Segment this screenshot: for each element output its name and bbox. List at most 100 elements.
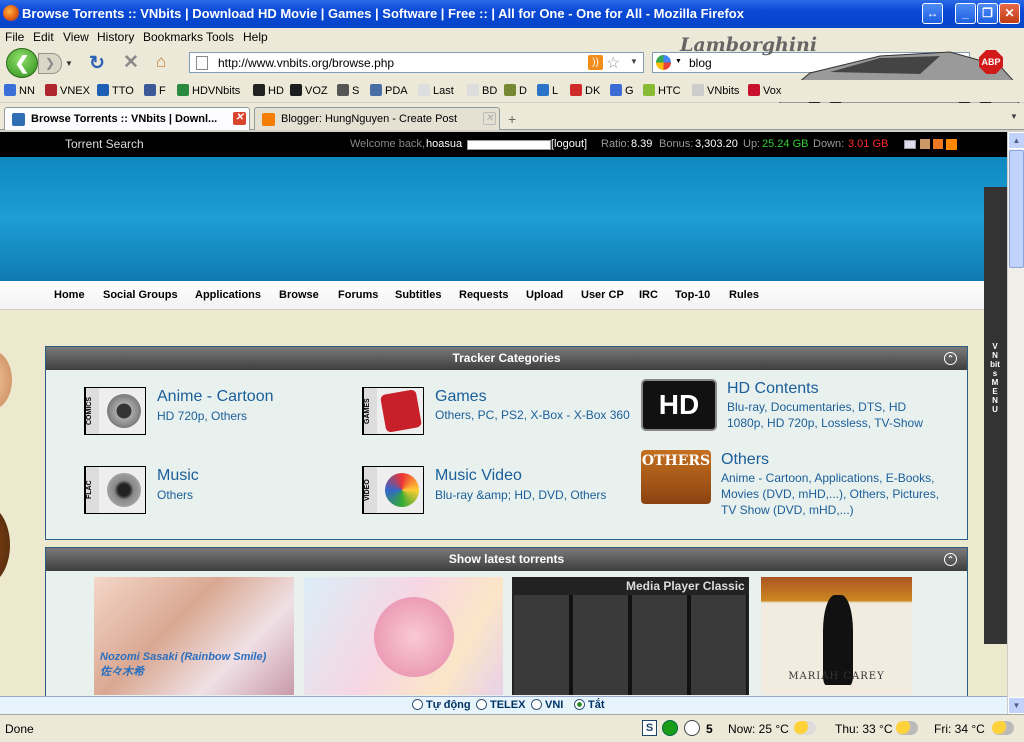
collapse-icon[interactable]: ⌃ [944,553,957,566]
stop-icon[interactable]: ✕ [123,51,139,74]
comics-category-icon[interactable]: COMICS [84,387,146,435]
category-games[interactable]: Games [435,388,487,406]
restore-arrows-button[interactable]: ↔ [922,3,943,24]
torrent-thumb-1[interactable]: Nozomi Sasaki (Rainbow Smile) 佐々木希 [94,577,294,695]
bookmark-vnex[interactable]: VNEX [45,84,90,97]
skype-s-icon[interactable]: S [642,720,657,736]
username-link[interactable]: hoasua [426,138,462,150]
bookmark-vnbits[interactable]: VNbits [692,84,739,97]
ime-option-auto[interactable]: Tự động [412,699,471,711]
bookmark-hd[interactable]: HD [253,84,284,97]
inbox-icon[interactable] [904,140,916,149]
bookmark-g[interactable]: G [610,84,634,97]
torrent-thumb-4[interactable]: MARIAH CAREY [761,577,912,695]
category-anime-subs[interactable]: HD 720p, Others [157,408,347,424]
bookmark-bd[interactable]: BD [467,84,497,97]
category-hd-contents[interactable]: HD Contents [727,380,819,398]
clock-icon[interactable] [684,720,700,736]
weather-thu[interactable]: Thu: 33 °C [835,722,893,736]
nav-social-groups[interactable]: Social Groups [103,289,178,301]
bookmark-l[interactable]: L [537,84,558,97]
bookmark-hdvnbits[interactable]: HDVNbits [177,84,240,97]
menu-file[interactable]: File [5,30,24,44]
bookmark-dk[interactable]: DK [570,84,600,97]
home-icon[interactable]: ⌂ [156,52,166,72]
ime-option-vni[interactable]: VNI [531,699,563,711]
reload-icon[interactable]: ↻ [89,52,105,75]
close-tab-icon[interactable]: ✕ [233,112,246,125]
others-category-icon[interactable]: OTHERS [641,450,711,504]
games-category-icon[interactable]: GAMES [362,387,424,435]
ime-option-off[interactable]: Tắt [574,699,605,711]
nav-user-cp[interactable]: User CP [581,289,624,301]
bookmark-icon[interactable] [920,139,930,149]
category-music[interactable]: Music [157,467,199,485]
nav-top-10[interactable]: Top-10 [675,289,710,301]
close-tab-icon[interactable]: ✕ [483,112,496,125]
category-music-subs[interactable]: Others [157,487,193,503]
address-bar[interactable]: http://www.vnbits.org/browse.php )) ☆ ▼ [189,52,644,73]
online-status-icon[interactable] [662,720,678,736]
scroll-thumb[interactable] [1009,150,1024,268]
weather-now[interactable]: Now: 25 °C [728,722,789,736]
tab-blogger[interactable]: Blogger: HungNguyen - Create Post ✕ [254,107,500,130]
rss-icon[interactable] [946,139,957,150]
torrent-thumb-2[interactable] [304,577,503,695]
bookmark-htc[interactable]: HTC [643,84,681,97]
nav-upload[interactable]: Upload [526,289,563,301]
category-hd-subs[interactable]: Blu-ray, Documentaries, DTS, HD 1080p, H… [727,399,937,431]
nav-home[interactable]: Home [54,289,85,301]
upload-icon[interactable] [933,139,943,149]
menu-bookmarks[interactable]: Bookmarks [143,30,203,44]
forward-button[interactable]: ❯ [38,53,62,74]
rss-feed-icon[interactable]: )) [588,55,603,70]
category-others-subs[interactable]: Anime - Cartoon, Applications, E-Books, … [721,470,946,518]
ime-option-telex[interactable]: TELEX [476,699,525,711]
nav-requests[interactable]: Requests [459,289,509,301]
category-others[interactable]: Others [721,451,769,469]
tab-list-dropdown-icon[interactable]: ▼ [1010,112,1018,121]
nav-rules[interactable]: Rules [729,289,759,301]
bookmark-pda[interactable]: PDA [370,84,408,97]
menu-view[interactable]: View [63,30,89,44]
bookmark-voz[interactable]: VOZ [290,84,328,97]
category-music-video[interactable]: Music Video [435,467,522,485]
url-dropdown-icon[interactable]: ▼ [630,57,638,66]
scroll-down-icon[interactable]: ▼ [1008,697,1024,714]
menu-help[interactable]: Help [243,30,268,44]
torrent-search-link[interactable]: Torrent Search [65,137,144,151]
logout-link[interactable]: [logout] [551,138,587,150]
category-anime-cartoon[interactable]: Anime - Cartoon [157,388,274,406]
weather-fri[interactable]: Fri: 34 °C [934,722,985,736]
flac-music-category-icon[interactable]: FLAC [84,466,146,514]
bookmark-tto[interactable]: TTO [97,84,134,97]
nav-subtitles[interactable]: Subtitles [395,289,441,301]
nav-forums[interactable]: Forums [338,289,378,301]
category-games-subs[interactable]: Others, PC, PS2, X-Box - X-Box 360 [435,407,630,423]
nav-applications[interactable]: Applications [195,289,261,301]
nav-browse[interactable]: Browse [279,289,319,301]
nav-irc[interactable]: IRC [639,289,658,301]
bookmark-nn[interactable]: NN [4,84,35,97]
bookmark-star-icon[interactable]: ☆ [606,53,620,73]
vnbits-side-menu[interactable]: VNbits MENU [984,187,1007,644]
bookmark-last[interactable]: Last [418,84,454,97]
torrent-thumb-3[interactable]: Media Player Classic [512,577,749,695]
maximize-button[interactable]: ❐ [977,3,998,24]
video-category-icon[interactable]: VIDEO [362,466,424,514]
back-button[interactable]: ❮ [6,48,38,78]
menu-history[interactable]: History [97,30,134,44]
bookmark-vox[interactable]: Vox [748,84,781,97]
history-dropdown-icon[interactable]: ▼ [65,59,73,68]
new-tab-button[interactable]: + [508,111,516,127]
menu-edit[interactable]: Edit [33,30,54,44]
menu-tools[interactable]: Tools [206,30,234,44]
tab-browse-torrents[interactable]: Browse Torrents :: VNbits | Downl... ✕ [4,107,250,130]
scroll-up-icon[interactable]: ▲ [1008,132,1024,149]
bookmark-f[interactable]: F [144,84,166,97]
bookmark-s[interactable]: S [337,84,359,97]
close-button[interactable]: ✕ [999,3,1020,24]
page-scrollbar[interactable]: ▲ ▼ [1007,132,1024,714]
collapse-icon[interactable]: ⌃ [944,352,957,365]
hd-category-icon[interactable]: HD [641,379,717,431]
